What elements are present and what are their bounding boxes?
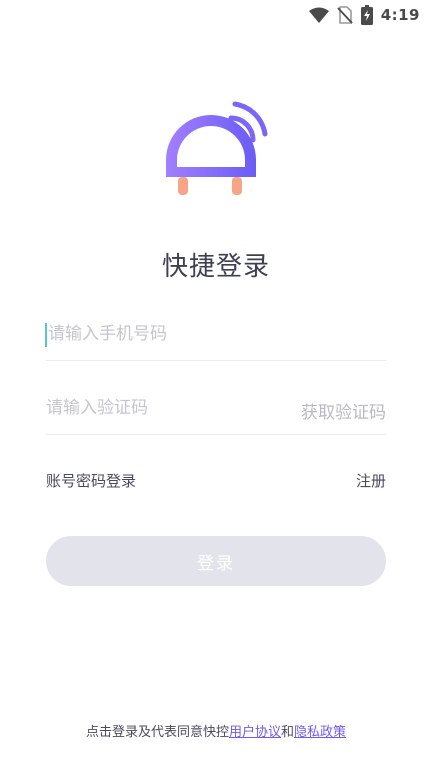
code-input[interactable] xyxy=(46,384,266,432)
user-agreement-link[interactable]: 用户协议 xyxy=(229,725,281,740)
status-icons: 4:19 xyxy=(308,4,420,26)
login-options-row: 账号密码登录 注册 xyxy=(46,468,386,492)
plug-wifi-logo xyxy=(166,101,268,195)
privacy-policy-link[interactable]: 隐私政策 xyxy=(294,725,346,740)
no-sim-icon xyxy=(337,6,353,24)
login-button[interactable]: 登录 xyxy=(46,536,386,586)
register-link[interactable]: 注册 xyxy=(356,470,386,491)
get-code-button[interactable]: 获取验证码 xyxy=(301,398,386,423)
page-title: 快捷登录 xyxy=(161,252,270,282)
phone-input[interactable] xyxy=(46,310,268,358)
agreement-and: 和 xyxy=(281,725,295,740)
status-time: 4:19 xyxy=(380,6,420,24)
agreement-prefix: 点击登录及代表同意快控 xyxy=(85,725,229,740)
wifi-icon xyxy=(308,7,329,23)
code-field-container: 获取验证码 xyxy=(46,384,386,435)
text-cursor xyxy=(45,323,47,347)
password-login-link[interactable]: 账号密码登录 xyxy=(46,470,136,491)
phone-field-container xyxy=(45,310,386,361)
status-bar: 4:19 xyxy=(0,0,432,30)
agreement-text: 点击登录及代表同意快控用户协议和隐私政策 xyxy=(0,721,432,740)
battery-charging-icon xyxy=(360,5,373,25)
